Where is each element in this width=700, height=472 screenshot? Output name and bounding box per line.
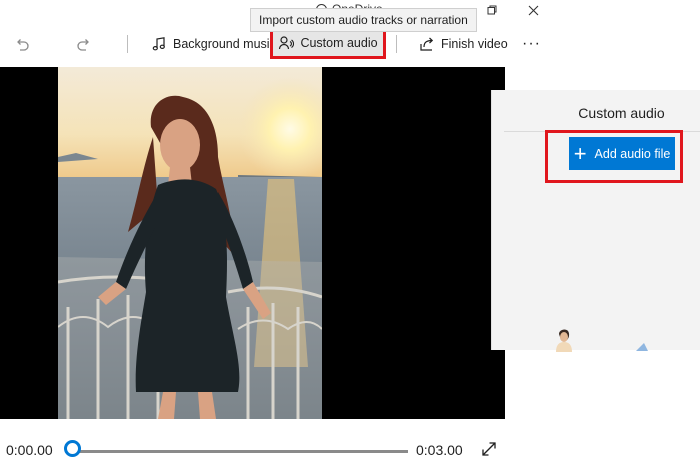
preview-photo (58, 67, 322, 419)
tooltip-text: Import custom audio tracks or narration (259, 13, 468, 27)
share-icon (420, 37, 434, 51)
custom-audio-panel: Custom audio + Add audio file (491, 90, 700, 350)
panel-title: Custom audio (578, 105, 665, 121)
add-audio-file-button[interactable]: + Add audio file (569, 137, 675, 170)
custom-audio-label: Custom audio (300, 36, 378, 50)
redo-icon (77, 39, 89, 51)
undo-button[interactable] (14, 22, 30, 66)
background-music-label: Background music (173, 37, 276, 51)
expand-button[interactable] (480, 440, 498, 458)
redo-button[interactable] (76, 22, 92, 66)
illustration-shape-icon (636, 343, 648, 351)
more-icon: ··· (522, 35, 541, 52)
restore-button[interactable] (483, 2, 501, 18)
plus-icon: + (573, 140, 587, 166)
custom-audio-icon (279, 36, 295, 50)
more-options-button[interactable]: ··· (522, 22, 541, 66)
close-window-button[interactable] (524, 2, 542, 18)
panel-divider (504, 131, 700, 132)
expand-icon (482, 442, 496, 456)
preview-photo-image (58, 67, 322, 419)
video-preview[interactable] (0, 67, 505, 419)
seek-track[interactable] (72, 450, 408, 453)
custom-audio-button[interactable]: Custom audio (272, 28, 384, 58)
restore-icon (487, 5, 497, 15)
seek-thumb[interactable] (63, 440, 81, 457)
toolbar-separator (396, 35, 397, 53)
add-audio-file-label: Add audio file (594, 146, 671, 161)
custom-audio-tooltip: Import custom audio tracks or narration (250, 8, 477, 32)
finish-video-label: Finish video (441, 37, 508, 51)
total-time: 0:03.00 (416, 442, 463, 458)
music-note-icon (152, 37, 165, 51)
playback-bar: 0:00.00 0:03.00 (0, 420, 700, 472)
illustration-person-icon (556, 329, 572, 352)
undo-icon (17, 39, 29, 51)
current-time: 0:00.00 (6, 442, 53, 458)
toolbar-separator (127, 35, 128, 53)
close-icon (528, 5, 538, 15)
